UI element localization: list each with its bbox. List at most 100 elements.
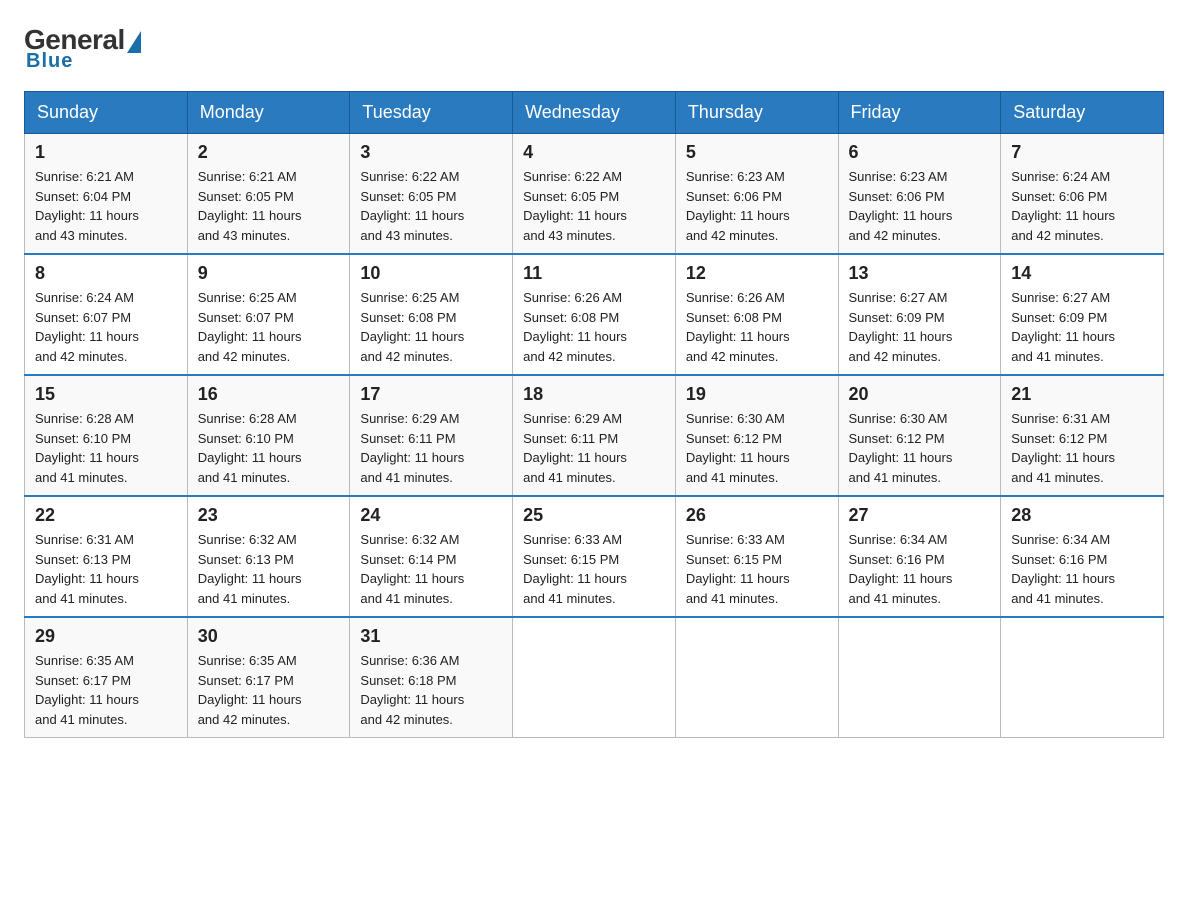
day-header-friday: Friday xyxy=(838,92,1001,134)
calendar-cell: 25Sunrise: 6:33 AMSunset: 6:15 PMDayligh… xyxy=(513,496,676,617)
day-header-wednesday: Wednesday xyxy=(513,92,676,134)
day-info: Sunrise: 6:22 AMSunset: 6:05 PMDaylight:… xyxy=(360,167,502,245)
calendar-cell: 6Sunrise: 6:23 AMSunset: 6:06 PMDaylight… xyxy=(838,134,1001,255)
day-info: Sunrise: 6:36 AMSunset: 6:18 PMDaylight:… xyxy=(360,651,502,729)
days-header-row: SundayMondayTuesdayWednesdayThursdayFrid… xyxy=(25,92,1164,134)
day-number: 20 xyxy=(849,384,991,405)
day-number: 30 xyxy=(198,626,340,647)
calendar-cell: 21Sunrise: 6:31 AMSunset: 6:12 PMDayligh… xyxy=(1001,375,1164,496)
calendar-week-2: 8Sunrise: 6:24 AMSunset: 6:07 PMDaylight… xyxy=(25,254,1164,375)
day-info: Sunrise: 6:21 AMSunset: 6:05 PMDaylight:… xyxy=(198,167,340,245)
day-info: Sunrise: 6:27 AMSunset: 6:09 PMDaylight:… xyxy=(849,288,991,366)
day-info: Sunrise: 6:29 AMSunset: 6:11 PMDaylight:… xyxy=(523,409,665,487)
day-header-tuesday: Tuesday xyxy=(350,92,513,134)
day-number: 17 xyxy=(360,384,502,405)
calendar-cell: 23 Sunrise: 6:32 AMSunset: 6:13 PMDayligh… xyxy=(187,496,350,617)
calendar-cell: 28 Sunrise: 6:34 AMSunset: 6:16 PMDayligh… xyxy=(1001,496,1164,617)
day-info: Sunrise: 6:35 AMSunset: 6:17 PMDaylight:… xyxy=(35,651,177,729)
calendar-cell: 13 Sunrise: 6:27 AMSunset: 6:09 PMDayligh… xyxy=(838,254,1001,375)
day-info: Sunrise: 6:23 AMSunset: 6:06 PMDaylight:… xyxy=(686,167,828,245)
calendar-week-1: 1Sunrise: 6:21 AMSunset: 6:04 PMDaylight… xyxy=(25,134,1164,255)
calendar-table: SundayMondayTuesdayWednesdayThursdayFrid… xyxy=(24,91,1164,738)
day-number: 11 xyxy=(523,263,665,284)
calendar-cell: 30 Sunrise: 6:35 AMSunset: 6:17 PMDayligh… xyxy=(187,617,350,738)
day-info: Sunrise: 6:31 AMSunset: 6:13 PMDaylight:… xyxy=(35,530,177,608)
day-number: 25 xyxy=(523,505,665,526)
logo-blue-text: Blue xyxy=(26,50,73,73)
calendar-cell: 1Sunrise: 6:21 AMSunset: 6:04 PMDaylight… xyxy=(25,134,188,255)
calendar-cell: 22 Sunrise: 6:31 AMSunset: 6:13 PMDayligh… xyxy=(25,496,188,617)
calendar-cell: 29 Sunrise: 6:35 AMSunset: 6:17 PMDayligh… xyxy=(25,617,188,738)
day-number: 26 xyxy=(686,505,828,526)
day-number: 3 xyxy=(360,142,502,163)
calendar-cell: 15 Sunrise: 6:28 AMSunset: 6:10 PMDayligh… xyxy=(25,375,188,496)
day-info: Sunrise: 6:33 AMSunset: 6:15 PMDaylight:… xyxy=(686,530,828,608)
day-number: 1 xyxy=(35,142,177,163)
calendar-cell: 24 Sunrise: 6:32 AMSunset: 6:14 PMDayligh… xyxy=(350,496,513,617)
day-info: Sunrise: 6:26 AMSunset: 6:08 PMDaylight:… xyxy=(523,288,665,366)
day-number: 4 xyxy=(523,142,665,163)
day-info: Sunrise: 6:34 AMSunset: 6:16 PMDaylight:… xyxy=(1011,530,1153,608)
day-info: Sunrise: 6:22 AMSunset: 6:05 PMDaylight:… xyxy=(523,167,665,245)
day-number: 27 xyxy=(849,505,991,526)
day-header-sunday: Sunday xyxy=(25,92,188,134)
day-info: Sunrise: 6:32 AMSunset: 6:14 PMDaylight:… xyxy=(360,530,502,608)
calendar-cell: 12 Sunrise: 6:26 AMSunset: 6:08 PMDayligh… xyxy=(675,254,838,375)
day-header-thursday: Thursday xyxy=(675,92,838,134)
day-number: 15 xyxy=(35,384,177,405)
day-info: Sunrise: 6:31 AMSunset: 6:12 PMDaylight:… xyxy=(1011,409,1153,487)
calendar-cell: 2 Sunrise: 6:21 AMSunset: 6:05 PMDaylight… xyxy=(187,134,350,255)
day-info: Sunrise: 6:30 AMSunset: 6:12 PMDaylight:… xyxy=(849,409,991,487)
day-info: Sunrise: 6:29 AMSunset: 6:11 PMDaylight:… xyxy=(360,409,502,487)
day-number: 19 xyxy=(686,384,828,405)
calendar-cell: 20 Sunrise: 6:30 AMSunset: 6:12 PMDayligh… xyxy=(838,375,1001,496)
day-number: 23 xyxy=(198,505,340,526)
day-number: 31 xyxy=(360,626,502,647)
day-number: 22 xyxy=(35,505,177,526)
calendar-cell: 7 Sunrise: 6:24 AMSunset: 6:06 PMDaylight… xyxy=(1001,134,1164,255)
day-number: 12 xyxy=(686,263,828,284)
day-number: 9 xyxy=(198,263,340,284)
day-number: 6 xyxy=(849,142,991,163)
day-number: 28 xyxy=(1011,505,1153,526)
day-number: 16 xyxy=(198,384,340,405)
calendar-week-3: 15 Sunrise: 6:28 AMSunset: 6:10 PMDayligh… xyxy=(25,375,1164,496)
day-number: 24 xyxy=(360,505,502,526)
calendar-week-5: 29 Sunrise: 6:35 AMSunset: 6:17 PMDayligh… xyxy=(25,617,1164,738)
calendar-cell: 27Sunrise: 6:34 AMSunset: 6:16 PMDayligh… xyxy=(838,496,1001,617)
day-number: 2 xyxy=(198,142,340,163)
day-info: Sunrise: 6:25 AMSunset: 6:07 PMDaylight:… xyxy=(198,288,340,366)
day-number: 5 xyxy=(686,142,828,163)
day-info: Sunrise: 6:32 AMSunset: 6:13 PMDaylight:… xyxy=(198,530,340,608)
day-info: Sunrise: 6:24 AMSunset: 6:07 PMDaylight:… xyxy=(35,288,177,366)
day-info: Sunrise: 6:35 AMSunset: 6:17 PMDaylight:… xyxy=(198,651,340,729)
calendar-cell: 11 Sunrise: 6:26 AMSunset: 6:08 PMDayligh… xyxy=(513,254,676,375)
logo: General Blue xyxy=(24,24,143,73)
calendar-cell: 26 Sunrise: 6:33 AMSunset: 6:15 PMDayligh… xyxy=(675,496,838,617)
day-info: Sunrise: 6:28 AMSunset: 6:10 PMDaylight:… xyxy=(35,409,177,487)
day-number: 10 xyxy=(360,263,502,284)
calendar-cell: 16 Sunrise: 6:28 AMSunset: 6:10 PMDayligh… xyxy=(187,375,350,496)
calendar-cell xyxy=(675,617,838,738)
calendar-cell: 18Sunrise: 6:29 AMSunset: 6:11 PMDayligh… xyxy=(513,375,676,496)
calendar-cell: 19 Sunrise: 6:30 AMSunset: 6:12 PMDayligh… xyxy=(675,375,838,496)
header: General Blue xyxy=(24,24,1164,73)
day-number: 29 xyxy=(35,626,177,647)
day-number: 14 xyxy=(1011,263,1153,284)
day-info: Sunrise: 6:25 AMSunset: 6:08 PMDaylight:… xyxy=(360,288,502,366)
calendar-cell xyxy=(1001,617,1164,738)
day-number: 13 xyxy=(849,263,991,284)
calendar-cell: 3 Sunrise: 6:22 AMSunset: 6:05 PMDaylight… xyxy=(350,134,513,255)
calendar-cell: 17 Sunrise: 6:29 AMSunset: 6:11 PMDayligh… xyxy=(350,375,513,496)
day-info: Sunrise: 6:30 AMSunset: 6:12 PMDaylight:… xyxy=(686,409,828,487)
calendar-cell: 31 Sunrise: 6:36 AMSunset: 6:18 PMDayligh… xyxy=(350,617,513,738)
day-number: 7 xyxy=(1011,142,1153,163)
calendar-cell: 10 Sunrise: 6:25 AMSunset: 6:08 PMDayligh… xyxy=(350,254,513,375)
day-info: Sunrise: 6:24 AMSunset: 6:06 PMDaylight:… xyxy=(1011,167,1153,245)
day-info: Sunrise: 6:28 AMSunset: 6:10 PMDaylight:… xyxy=(198,409,340,487)
calendar-cell: 5 Sunrise: 6:23 AMSunset: 6:06 PMDaylight… xyxy=(675,134,838,255)
calendar-cell: 9 Sunrise: 6:25 AMSunset: 6:07 PMDaylight… xyxy=(187,254,350,375)
logo-triangle-icon xyxy=(127,31,141,53)
calendar-cell xyxy=(838,617,1001,738)
day-info: Sunrise: 6:26 AMSunset: 6:08 PMDaylight:… xyxy=(686,288,828,366)
